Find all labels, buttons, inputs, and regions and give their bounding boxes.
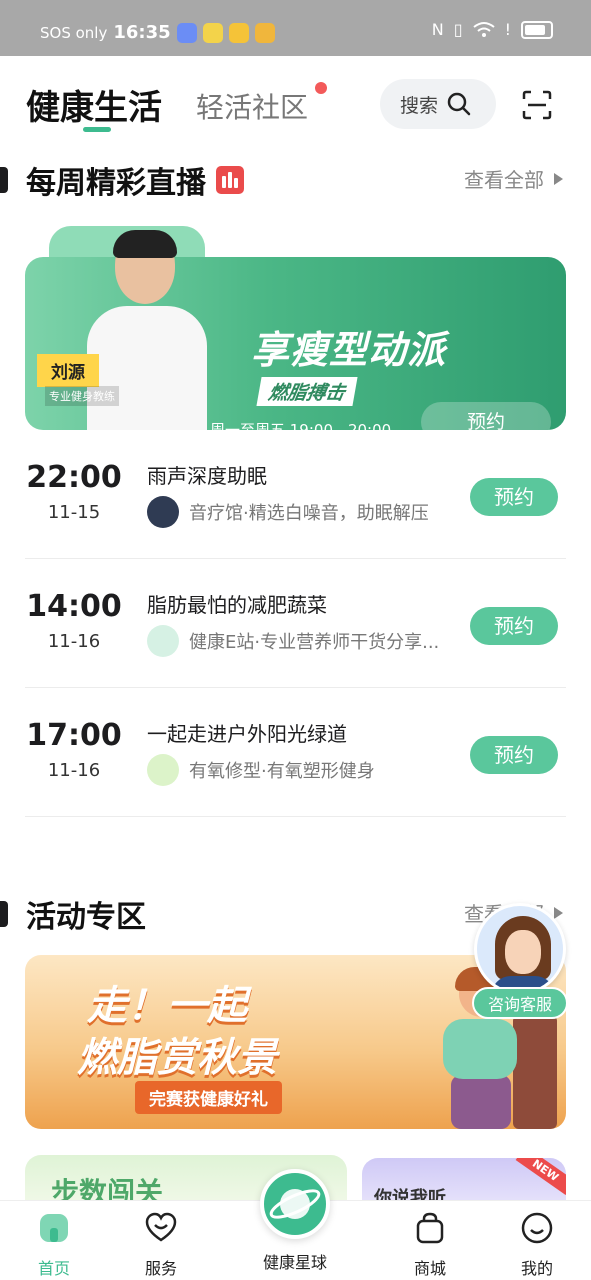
new-badge: NEW (515, 1158, 566, 1195)
schedule-date: 11-16 (47, 631, 101, 652)
schedule-subtitle: 音疗馆·精选白噪音，助眠解压 (147, 496, 467, 528)
battery-icon (521, 20, 553, 39)
search-label: 搜索 (400, 94, 439, 117)
shopping-bag-icon (416, 1212, 444, 1244)
banner-schedule: 周一至周五 19:00 - 20:00 (210, 421, 392, 430)
home-icon (40, 1214, 68, 1242)
banner-reserve-button[interactable]: 预约 (421, 402, 551, 430)
profile-icon (521, 1212, 553, 1244)
schedule-subtitle: 健康E站·专业营养师干货分享... (147, 625, 467, 657)
live-chart-icon (216, 166, 244, 194)
wifi-icon (472, 21, 495, 37)
activity-badge: 完赛获健康好礼 (135, 1081, 282, 1114)
arrow-right-icon (554, 172, 563, 185)
schedule-time: 17:00 (26, 718, 122, 753)
notification-app-icon (202, 22, 223, 43)
notification-app-icon (176, 22, 197, 43)
status-left: SOS only 16:35 (40, 22, 275, 43)
customer-service-avatar (474, 903, 566, 995)
listen-card[interactable]: 你说我听 NEW (362, 1158, 566, 1205)
coach-role: 专业健身教练 (45, 386, 119, 406)
see-all-live-link[interactable]: 查看全部 (464, 164, 563, 193)
status-bar: SOS only 16:35 N ▯ ! (0, 0, 591, 56)
nav-label: 首页 (37, 1259, 70, 1278)
notification-app-icon (254, 22, 275, 43)
schedule-row[interactable]: 22:00 11-15 雨声深度助眠 音疗馆·精选白噪音，助眠解压 预约 (25, 430, 566, 559)
alert-icon: ! (504, 20, 511, 39)
nav-label: 服务 (144, 1259, 177, 1278)
live-section-header: 每周精彩直播 (0, 158, 244, 202)
activity-headline: 走！一起 (87, 983, 247, 1029)
schedule-row[interactable]: 17:00 11-16 一起走进户外阳光绿道 有氧修型·有氧塑形健身 预约 (25, 688, 566, 817)
reserve-button[interactable]: 预约 (470, 478, 558, 516)
nav-planet-label[interactable]: 健康星球 (240, 1249, 350, 1273)
schedule-time: 14:00 (26, 589, 122, 624)
channel-avatar (147, 496, 179, 528)
reserve-button[interactable]: 预约 (470, 607, 558, 645)
schedule-date: 11-15 (47, 502, 101, 523)
section-title: 活动专区 (26, 900, 146, 935)
coach-name: 刘源 (37, 354, 99, 387)
clock-time: 16:35 (113, 22, 171, 43)
vibrate-icon: ▯ (453, 20, 463, 39)
nav-service[interactable]: 服务 (121, 1211, 201, 1279)
nfc-icon: N (431, 20, 444, 39)
banner-sub-slogan: 燃脂搏击 (256, 377, 358, 406)
schedule-subtitle-text: 健康E站·专业营养师干货分享... (189, 632, 440, 653)
nav-mall[interactable]: 商城 (390, 1211, 470, 1279)
see-all-label: 查看全部 (464, 168, 544, 192)
live-banner[interactable]: 享瘦型动派 燃脂搏击 周一至周五 19:00 - 20:00 预约 刘源 专业健… (25, 226, 566, 430)
schedule-title: 雨声深度助眠 (147, 464, 267, 488)
search-button[interactable]: 搜索 (380, 79, 496, 129)
scan-icon[interactable] (522, 90, 552, 120)
schedule-title: 脂肪最怕的减肥蔬菜 (147, 593, 327, 617)
carrier-text: SOS only (40, 23, 108, 42)
schedule-subtitle: 有氧修型·有氧塑形健身 (147, 754, 467, 786)
customer-service-label: 咨询客服 (472, 987, 568, 1019)
channel-avatar (147, 625, 179, 657)
section-title: 每周精彩直播 (26, 166, 206, 201)
schedule-row[interactable]: 14:00 11-16 脂肪最怕的减肥蔬菜 健康E站·专业营养师干货分享... … (25, 559, 566, 688)
schedule-time: 22:00 (26, 460, 122, 495)
heart-icon (145, 1212, 177, 1242)
search-icon (447, 92, 471, 116)
activity-headline-2: 燃脂赏秋景 (77, 1035, 277, 1081)
nav-label: 我的 (520, 1259, 553, 1278)
channel-avatar (147, 754, 179, 786)
active-tab-indicator (83, 127, 111, 132)
notification-app-icon (228, 22, 249, 43)
reserve-button[interactable]: 预约 (470, 736, 558, 774)
tab-community[interactable]: 轻活社区 (196, 86, 308, 126)
tab-health-life[interactable]: 健康生活 (26, 80, 162, 129)
section-marker (0, 167, 8, 193)
unread-dot (315, 82, 327, 94)
status-right: N ▯ ! (432, 20, 553, 39)
activity-section-header: 活动专区 (0, 892, 146, 936)
schedule-subtitle-text: 有氧修型·有氧塑形健身 (189, 761, 375, 782)
schedule-date: 11-16 (47, 760, 101, 781)
customer-service-button[interactable]: 咨询客服 (472, 903, 568, 1019)
nav-home[interactable]: 首页 (14, 1211, 94, 1279)
top-header: 健康生活 轻活社区 搜索 (0, 56, 591, 136)
nav-mine[interactable]: 我的 (497, 1211, 577, 1279)
planet-icon (269, 1189, 321, 1219)
planet-button[interactable] (260, 1169, 330, 1239)
section-marker (0, 901, 8, 927)
schedule-title: 一起走进户外阳光绿道 (147, 722, 347, 746)
bottom-navigation: 首页 服务 健康星球 商城 我的 (0, 1169, 591, 1280)
schedule-subtitle-text: 音疗馆·精选白噪音，助眠解压 (189, 503, 429, 524)
banner-slogan: 享瘦型动派 (251, 328, 447, 372)
nav-label: 商城 (413, 1259, 446, 1278)
